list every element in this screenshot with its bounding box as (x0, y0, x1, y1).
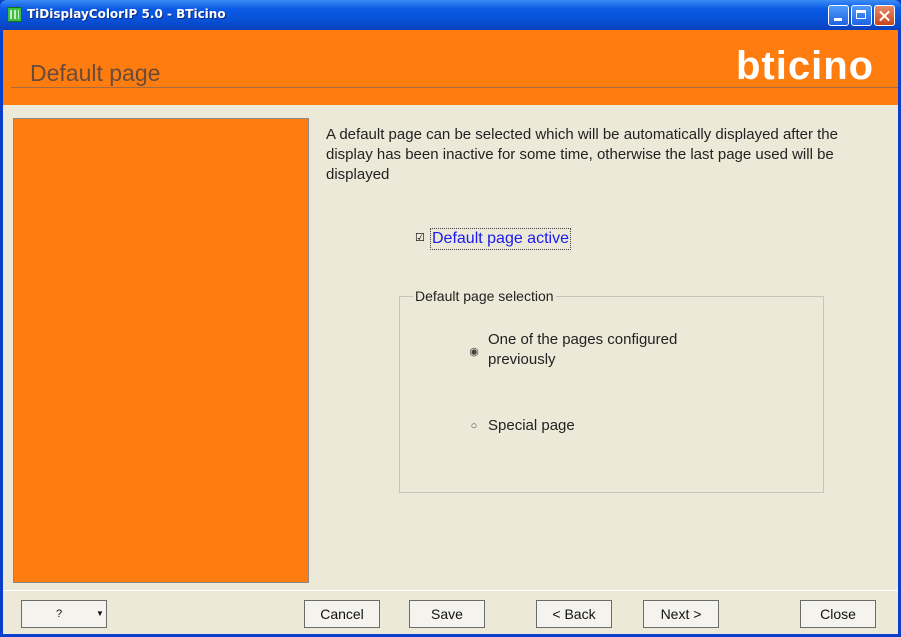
radio-selected-icon[interactable]: ◉ (468, 346, 480, 358)
footer-divider (3, 590, 898, 591)
app-window: TiDisplayColorIP 5.0 - BTicino Default p… (0, 0, 901, 637)
help-label: ? (56, 608, 63, 620)
dropdown-arrow-icon: ▼ (96, 609, 104, 618)
side-image-panel (13, 118, 309, 583)
window-title: TiDisplayColorIP 5.0 - BTicino (27, 7, 226, 21)
minimize-icon[interactable] (828, 5, 849, 26)
maximize-icon[interactable] (851, 5, 872, 26)
description-text: A default page can be selected which wil… (326, 126, 838, 183)
header-banner: Default page bticino (3, 30, 898, 105)
checkbox-label[interactable]: Default page active (430, 228, 571, 250)
checkbox-checked-icon[interactable]: ☑ (415, 233, 426, 244)
radio-label-special-page[interactable]: Special page (488, 416, 575, 436)
client-area: Default page bticino A default page can … (3, 30, 898, 634)
next-button[interactable]: Next > (643, 600, 719, 628)
app-icon[interactable] (7, 7, 22, 22)
radio-unselected-icon[interactable]: ○ (468, 420, 480, 432)
help-button[interactable]: ? ▼ (21, 600, 107, 628)
bticino-logo: bticino (736, 44, 875, 88)
save-button[interactable]: Save (409, 600, 485, 628)
back-button[interactable]: < Back (536, 600, 612, 628)
title-bar[interactable]: TiDisplayColorIP 5.0 - BTicino (0, 0, 901, 30)
close-icon[interactable] (874, 5, 895, 26)
default-page-selection-group (399, 296, 824, 493)
close-button[interactable]: Close (800, 600, 876, 628)
page-title: Default page (30, 60, 161, 86)
cancel-button[interactable]: Cancel (304, 600, 380, 628)
group-label: Default page selection (413, 288, 556, 304)
radio-label-configured-pages[interactable]: One of the pages configured previously (488, 330, 748, 370)
